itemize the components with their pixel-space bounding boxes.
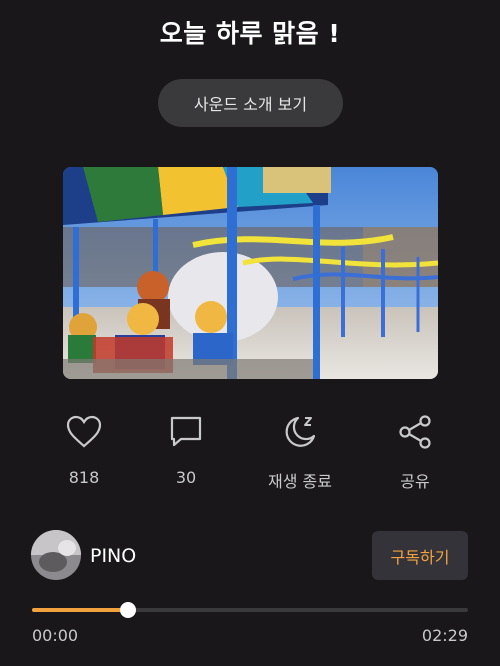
comment-count: 30 — [175, 468, 197, 487]
creator-name[interactable]: PINO — [90, 545, 136, 567]
cover-image — [63, 167, 438, 379]
progress-slider[interactable] — [32, 602, 468, 618]
heart-icon — [62, 410, 106, 454]
comment-icon — [164, 410, 208, 454]
subscribe-button[interactable]: 구독하기 — [372, 531, 468, 580]
like-action[interactable]: 818 — [29, 410, 139, 500]
page-title: 오늘 하루 맑음 ! — [159, 19, 341, 48]
player-screen: 오늘 하루 맑음 ! 사운드 소개 보기 818 30 재생 종료 공유 PIN… — [0, 0, 500, 666]
share-label: 공유 — [400, 472, 430, 491]
progress-thumb[interactable] — [119, 602, 136, 618]
avatar[interactable] — [31, 530, 81, 580]
current-time: 00:00 — [32, 626, 79, 645]
action-bar: 818 30 재생 종료 공유 — [0, 410, 500, 500]
sleep-timer-label: 재생 종료 — [268, 472, 332, 491]
like-count: 818 — [68, 468, 100, 487]
comment-action[interactable]: 30 — [131, 410, 241, 500]
share-action[interactable]: 공유 — [360, 410, 470, 500]
progress-fill — [32, 608, 128, 612]
creator-row: PINO 구독하기 — [30, 530, 470, 586]
share-icon — [393, 410, 437, 454]
sleep-timer-icon — [278, 410, 322, 454]
sleep-timer-action[interactable]: 재생 종료 — [245, 410, 355, 500]
total-time: 02:29 — [421, 626, 468, 645]
sound-intro-button[interactable]: 사운드 소개 보기 — [158, 79, 343, 127]
